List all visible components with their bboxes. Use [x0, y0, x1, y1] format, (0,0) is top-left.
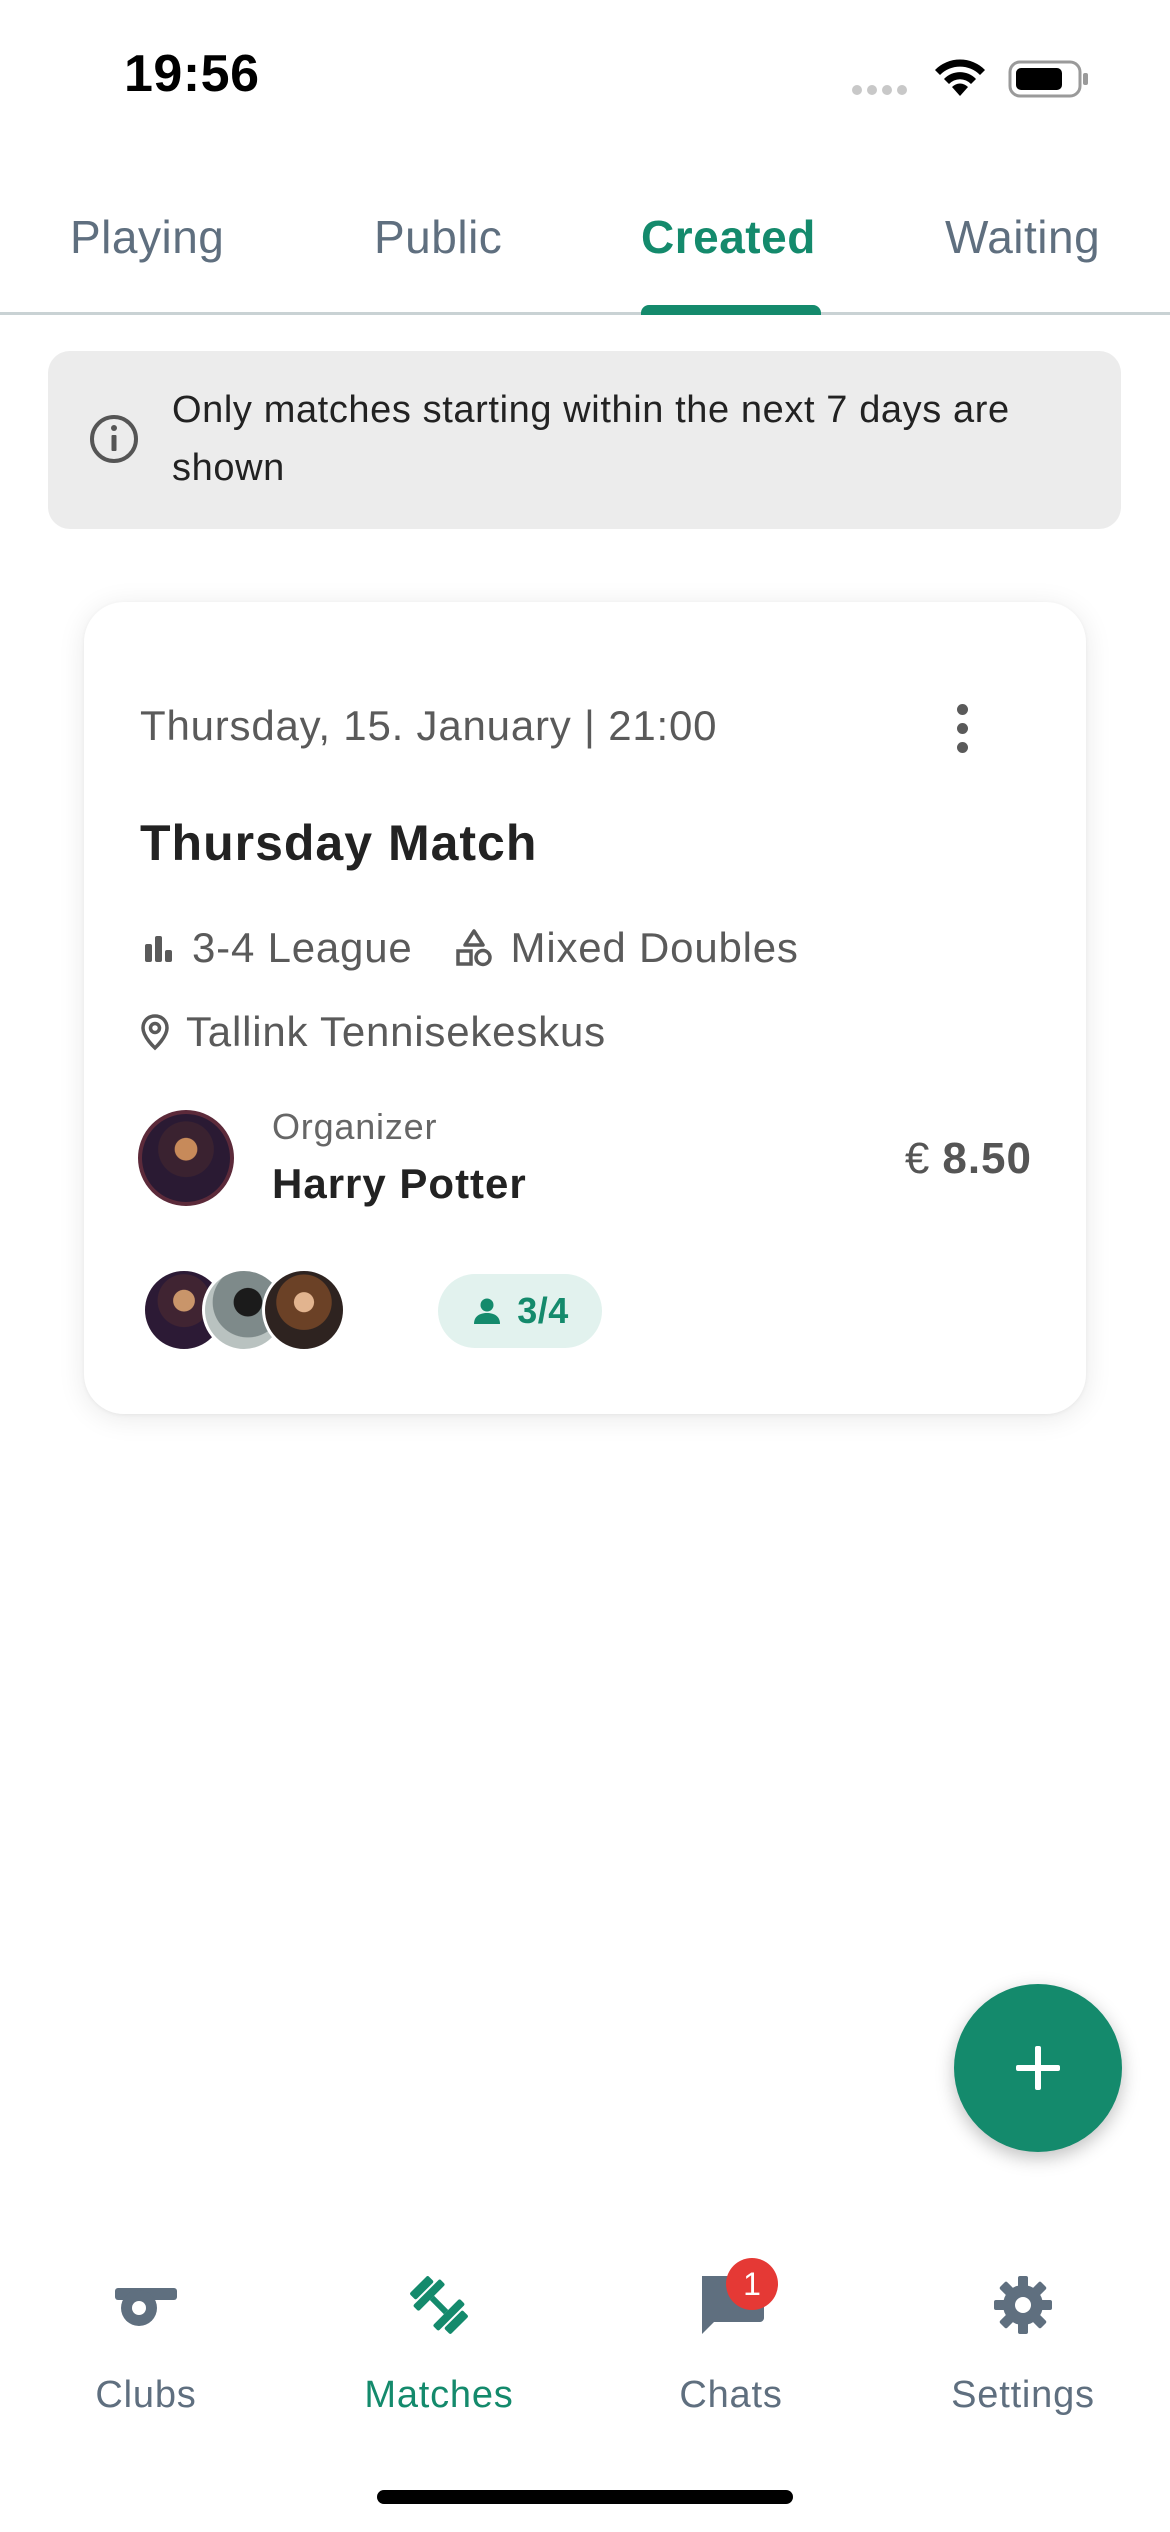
nav-label-matches: Matches	[364, 2374, 514, 2416]
nav-label-clubs: Clubs	[95, 2374, 197, 2416]
info-banner: Only matches starting within the next 7 …	[48, 351, 1121, 529]
match-card[interactable]: Thursday, 15. January | 21:00 Thursday M…	[84, 602, 1086, 1414]
tab-waiting[interactable]: Waiting	[945, 210, 1100, 264]
participants-count-badge: 3/4	[438, 1274, 602, 1348]
person-icon	[474, 1298, 501, 1324]
match-location: Tallink Tennisekeskus	[140, 1008, 606, 1056]
match-level-type: 3-4 League Mixed Doubles	[140, 924, 799, 972]
battery-icon	[1008, 60, 1090, 103]
more-options-icon[interactable]	[946, 704, 978, 754]
info-text: Only matches starting within the next 7 …	[172, 389, 1010, 489]
match-date: Thursday, 15. January | 21:00	[140, 702, 718, 749]
location-name: Tallink Tennisekeskus	[186, 1008, 606, 1055]
nav-item-matches[interactable]: Matches	[293, 2270, 585, 2416]
price-currency: €	[904, 1134, 931, 1183]
nav-label-chats: Chats	[679, 2374, 783, 2416]
price-value: 8.50	[942, 1134, 1032, 1183]
match-title: Thursday Match	[140, 815, 538, 871]
whistle-icon	[0, 2270, 292, 2340]
nav-item-settings[interactable]: Settings	[877, 2270, 1169, 2416]
participant-avatar	[262, 1268, 346, 1352]
category-shapes-icon	[455, 929, 492, 967]
dumbbell-icon	[293, 2270, 585, 2340]
unread-badge: 1	[726, 2258, 778, 2310]
organizer-name: Harry Potter	[272, 1160, 527, 1207]
organizer-label: Organizer	[272, 1106, 438, 1147]
match-level: 3-4 League	[192, 924, 413, 971]
cellular-signal-icon	[852, 82, 914, 95]
create-match-button[interactable]	[954, 1984, 1122, 2152]
tab-created[interactable]: Created	[641, 210, 816, 264]
nav-label-settings: Settings	[951, 2374, 1095, 2416]
plus-icon	[1016, 2046, 1060, 2090]
tab-public[interactable]: Public	[374, 210, 502, 264]
status-time: 19:56	[124, 45, 260, 103]
match-tabs: Playing Public Created Waiting	[0, 190, 1170, 315]
bar-chart-icon	[145, 936, 172, 962]
location-pin-icon	[141, 1014, 169, 1051]
home-indicator	[377, 2490, 793, 2504]
match-type: Mixed Doubles	[510, 924, 799, 971]
wifi-icon	[932, 58, 988, 103]
participants-count: 3/4	[517, 1290, 569, 1331]
info-icon	[88, 413, 140, 470]
nav-item-clubs[interactable]: Clubs	[0, 2270, 292, 2416]
organizer-avatar	[138, 1110, 234, 1206]
gear-icon	[877, 2270, 1169, 2340]
tab-playing[interactable]: Playing	[70, 210, 224, 264]
active-tab-indicator	[641, 305, 821, 315]
match-price: €8.50	[905, 1134, 1032, 1184]
